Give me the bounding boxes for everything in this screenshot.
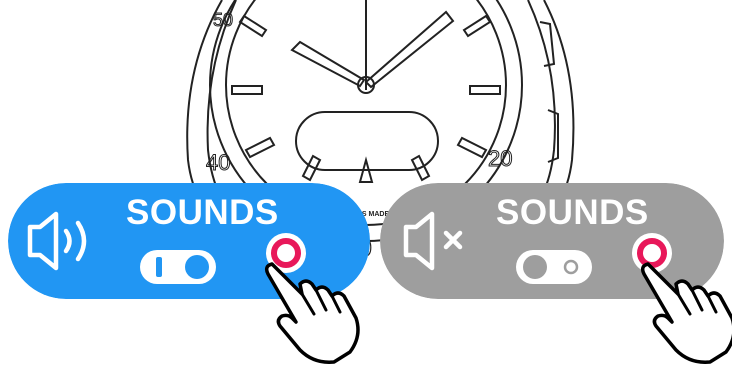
bezel-number-50: 50 [213,10,233,30]
pointing-hand-icon [264,262,360,364]
sounds-on-label: SOUNDS [126,193,279,232]
sounds-off-label: SOUNDS [496,193,649,232]
toggle-off-icon[interactable] [516,250,592,284]
bezel-number-20: 20 [488,146,512,171]
bezel-number-40: 40 [206,150,230,175]
pointing-hand-icon-2 [640,262,732,364]
toggle-on-icon[interactable] [140,250,216,284]
